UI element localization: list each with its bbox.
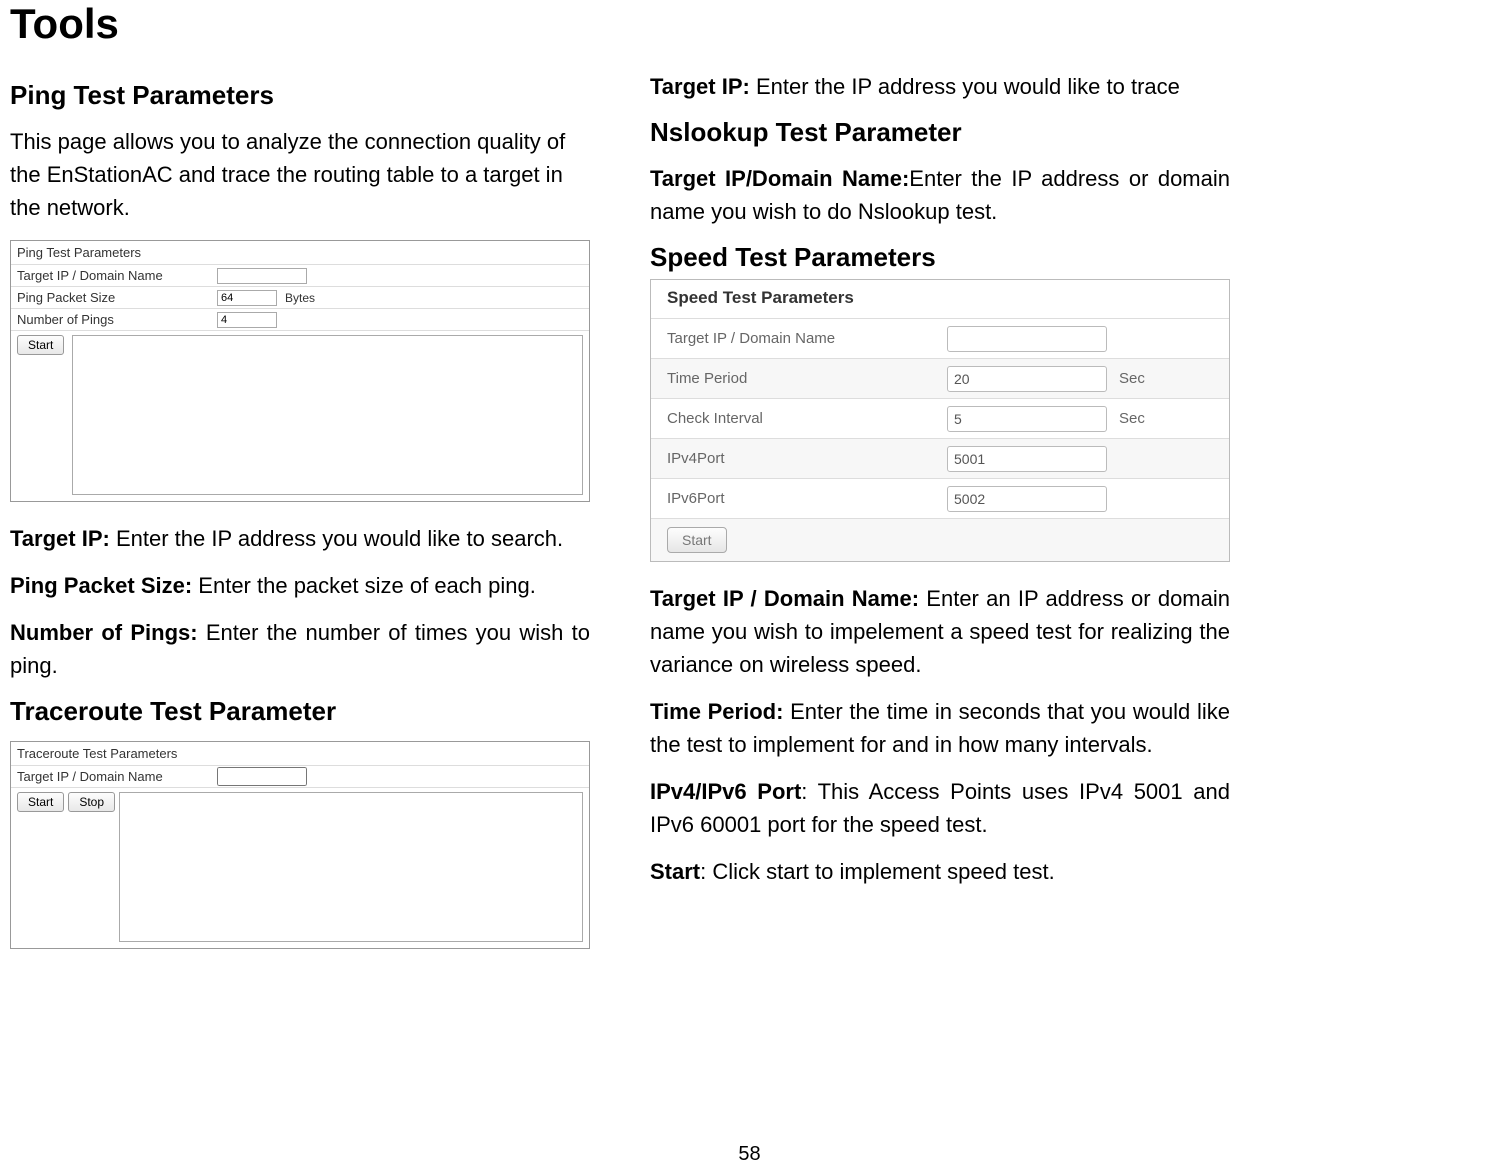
speed-row-interval: Check Interval Sec (651, 398, 1229, 438)
page-title: Tools (10, 0, 1489, 48)
ping-start-button[interactable]: Start (17, 335, 64, 355)
def-speed-start: Start: Click start to implement speed te… (650, 855, 1230, 888)
heading-nslookup: Nslookup Test Parameter (650, 117, 1230, 148)
ping-row-size: Ping Packet Size Bytes (11, 286, 589, 308)
def-speed-time: Time Period: Enter the time in seconds t… (650, 695, 1230, 761)
speed-row-ipv4: IPv4Port (651, 438, 1229, 478)
speed-start-row: Start (651, 518, 1229, 561)
trace-bottom-row: Start Stop (11, 787, 589, 948)
ping-row-count: Number of Pings (11, 308, 589, 330)
right-column: Target IP: Enter the IP address you woul… (650, 66, 1230, 969)
speed-ipv4-input[interactable] (947, 446, 1107, 472)
speed-panel-title: Speed Test Parameters (651, 280, 1229, 318)
ping-size-input[interactable] (217, 290, 277, 306)
speed-row-time: Time Period Sec (651, 358, 1229, 398)
speed-interval-label: Check Interval (667, 410, 947, 427)
def-packet-size-bold: Ping Packet Size: (10, 573, 192, 598)
heading-traceroute: Traceroute Test Parameter (10, 696, 590, 727)
speed-target-label: Target IP / Domain Name (667, 330, 947, 347)
trace-target-input[interactable] (217, 767, 307, 786)
def-speed-time-bold: Time Period: (650, 699, 783, 724)
def-nslookup-bold: Target IP/Domain Name: (650, 166, 909, 191)
ping-size-label: Ping Packet Size (17, 290, 217, 305)
ping-panel-title: Ping Test Parameters (11, 241, 589, 264)
def-speed-target-bold: Target IP / Domain Name: (650, 586, 919, 611)
trace-row-target: Target IP / Domain Name (11, 765, 589, 787)
trace-output-box (119, 792, 583, 942)
ping-output-box (72, 335, 583, 495)
def-target-ip-text: Enter the IP address you would like to s… (110, 526, 563, 551)
speed-ipv6-label: IPv6Port (667, 490, 947, 507)
def-target-ip: Target IP: Enter the IP address you woul… (10, 522, 590, 555)
columns: Ping Test Parameters This page allows yo… (10, 66, 1489, 969)
speed-time-label: Time Period (667, 370, 947, 387)
speed-ipv4-label: IPv4Port (667, 450, 947, 467)
def-packet-size: Ping Packet Size: Enter the packet size … (10, 569, 590, 602)
speed-ipv6-input[interactable] (947, 486, 1107, 512)
speed-panel: Speed Test Parameters Target IP / Domain… (650, 279, 1230, 562)
heading-ping-test-parameters: Ping Test Parameters (10, 80, 590, 111)
def-trace-target-ip-text: Enter the IP address you would like to t… (750, 74, 1180, 99)
def-trace-target-ip: Target IP: Enter the IP address you woul… (650, 70, 1230, 103)
trace-target-label: Target IP / Domain Name (17, 769, 217, 784)
def-speed-port-bold: IPv4/IPv6 Port (650, 779, 801, 804)
heading-speed-test: Speed Test Parameters (650, 242, 1230, 273)
speed-time-unit: Sec (1119, 370, 1145, 387)
ping-bottom-row: Start (11, 330, 589, 501)
def-packet-size-text: Enter the packet size of each ping. (192, 573, 536, 598)
def-num-pings-bold: Number of Pings: (10, 620, 198, 645)
def-trace-target-ip-bold: Target IP: (650, 74, 750, 99)
trace-buttons: Start Stop (11, 788, 115, 816)
ping-panel: Ping Test Parameters Target IP / Domain … (10, 240, 590, 502)
speed-interval-unit: Sec (1119, 410, 1145, 427)
ping-size-unit: Bytes (285, 291, 315, 305)
trace-start-button[interactable]: Start (17, 792, 64, 812)
def-speed-start-text: : Click start to implement speed test. (700, 859, 1055, 884)
speed-interval-input[interactable] (947, 406, 1107, 432)
ping-target-label: Target IP / Domain Name (17, 268, 217, 283)
page-number: 58 (0, 1143, 1499, 1166)
ping-count-label: Number of Pings (17, 312, 217, 327)
left-column: Ping Test Parameters This page allows yo… (10, 66, 590, 969)
speed-start-button[interactable]: Start (667, 527, 727, 553)
speed-target-input[interactable] (947, 326, 1107, 352)
def-num-pings: Number of Pings: Enter the number of tim… (10, 616, 590, 682)
speed-time-input[interactable] (947, 366, 1107, 392)
def-speed-start-bold: Start (650, 859, 700, 884)
ping-target-input[interactable] (217, 268, 307, 284)
ping-count-input[interactable] (217, 312, 277, 328)
def-speed-target: Target IP / Domain Name: Enter an IP add… (650, 582, 1230, 681)
traceroute-panel: Traceroute Test Parameters Target IP / D… (10, 741, 590, 949)
def-target-ip-bold: Target IP: (10, 526, 110, 551)
ping-row-target: Target IP / Domain Name (11, 264, 589, 286)
def-nslookup: Target IP/Domain Name:Enter the IP addre… (650, 162, 1230, 228)
trace-panel-title: Traceroute Test Parameters (11, 742, 589, 765)
speed-row-ipv6: IPv6Port (651, 478, 1229, 518)
speed-row-target: Target IP / Domain Name (651, 318, 1229, 358)
trace-stop-button[interactable]: Stop (68, 792, 115, 812)
def-speed-port: IPv4/IPv6 Port: This Access Points uses … (650, 775, 1230, 841)
intro-text: This page allows you to analyze the conn… (10, 125, 590, 224)
